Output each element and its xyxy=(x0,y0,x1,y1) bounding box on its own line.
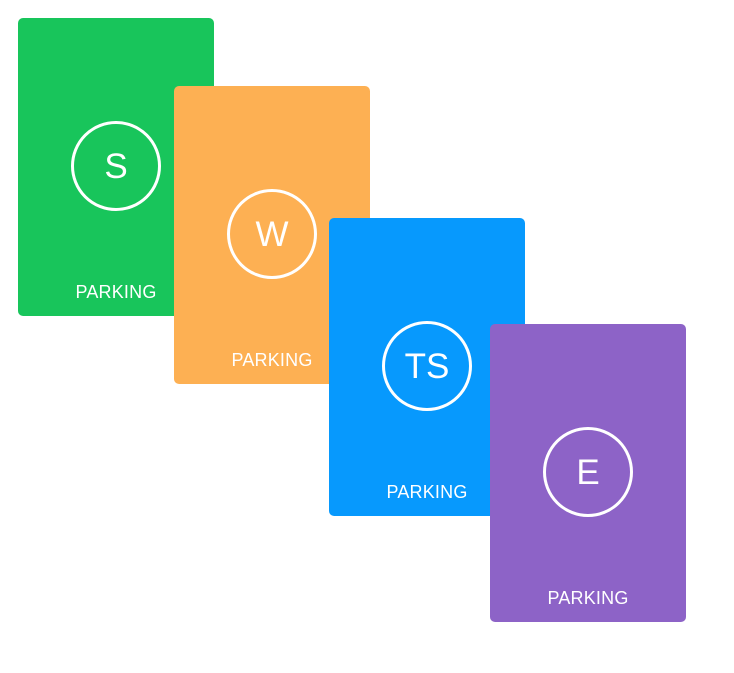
card-initials: TS xyxy=(404,346,450,386)
initials-circle-icon: TS xyxy=(382,321,472,411)
initials-circle-icon: W xyxy=(227,189,317,279)
initials-circle-icon: E xyxy=(543,427,633,517)
parking-card-e[interactable]: E PARKING xyxy=(490,324,686,622)
card-initials: W xyxy=(255,214,289,254)
card-initials: S xyxy=(104,146,128,186)
card-label: PARKING xyxy=(547,588,629,608)
initials-circle-icon: S xyxy=(71,121,161,211)
card-initials: E xyxy=(576,452,600,492)
